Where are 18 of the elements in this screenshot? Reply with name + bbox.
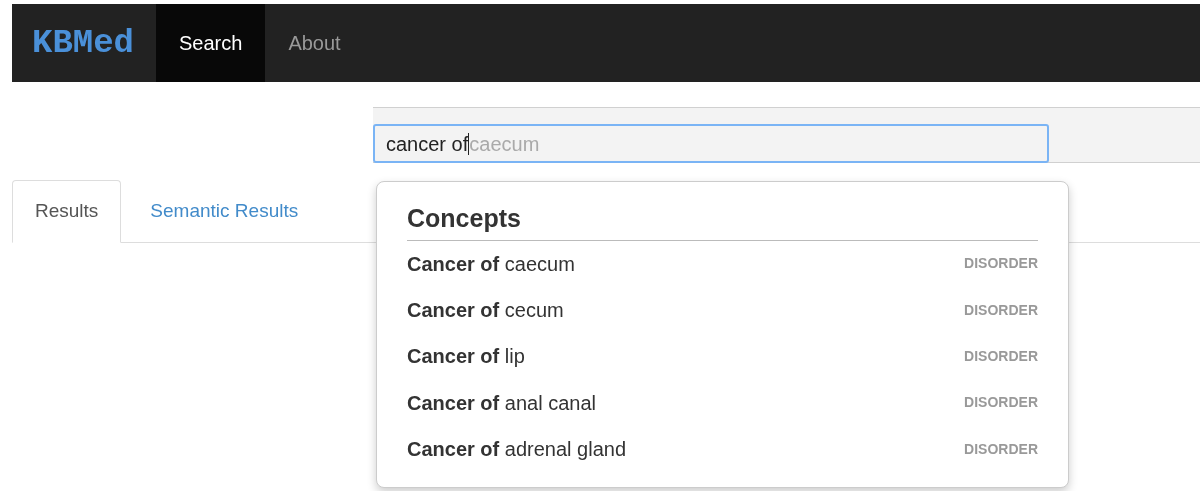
suggestion-item[interactable]: Cancer of cecum DISORDER bbox=[407, 286, 1038, 334]
autocomplete-hint: caecum bbox=[469, 131, 540, 157]
nav-link[interactable]: About bbox=[265, 4, 364, 82]
category-label: DISORDER bbox=[964, 393, 1038, 413]
suggestion-item[interactable]: Cancer of anal canal DISORDER bbox=[407, 379, 1038, 427]
suggestion-item[interactable]: Cancer of adrenal gland DISORDER bbox=[407, 426, 1038, 473]
nav-link[interactable]: Search bbox=[156, 4, 266, 82]
category-label: DISORDER bbox=[964, 439, 1038, 459]
section-heading: Concepts bbox=[407, 200, 1038, 241]
category-label: DISORDER bbox=[964, 254, 1038, 274]
brand-logo[interactable]: KBMed bbox=[12, 17, 157, 69]
category-label: DISORDER bbox=[964, 300, 1038, 320]
category-label: DISORDER bbox=[964, 346, 1038, 366]
suggestion-item[interactable]: Cancer of lip DISORDER bbox=[407, 333, 1038, 380]
search-field[interactable]: cancer ofcaecum bbox=[373, 124, 1049, 163]
tab[interactable]: Semantic Results bbox=[121, 180, 328, 243]
suggestion-item[interactable]: Cancer of caecum DISORDER bbox=[407, 240, 1038, 287]
tab[interactable]: Results bbox=[12, 180, 122, 243]
